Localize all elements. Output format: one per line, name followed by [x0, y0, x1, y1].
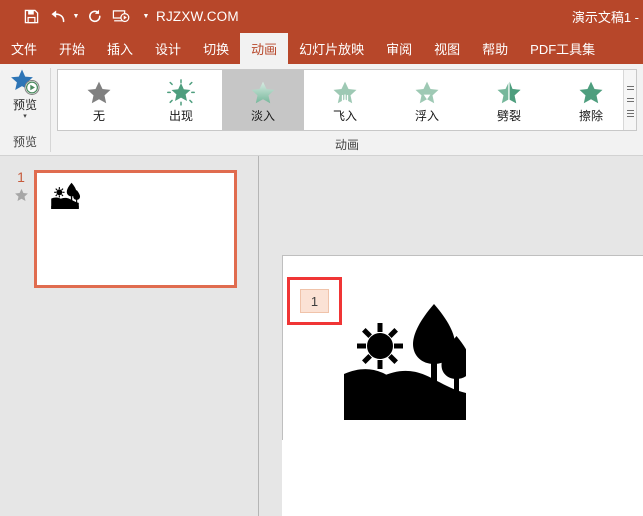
landscape-sun-trees-icon[interactable] [344, 296, 472, 420]
ribbon-group-label-preview: 预览 [12, 135, 37, 149]
thumbnail-meta: 1 [8, 169, 34, 207]
quick-access-toolbar: ▼ ▼ RJZXW.COM [0, 5, 239, 29]
slide-thumbnail-1[interactable] [34, 170, 237, 288]
undo-icon[interactable] [44, 5, 70, 29]
star-flyin-icon [330, 77, 360, 107]
animation-item-label: 无 [92, 109, 105, 123]
tab-view[interactable]: 视图 [423, 33, 471, 64]
customize-qat-caret-icon[interactable]: ▼ [140, 5, 152, 29]
ribbon-group-divider [50, 68, 51, 152]
ribbon-group-preview: 预览 ▾ 预览 [0, 64, 50, 156]
animation-item-label: 浮入 [414, 109, 439, 123]
document-title: 演示文稿1 - [571, 10, 639, 25]
star-none-icon [84, 77, 114, 107]
preview-dropdown-caret-icon[interactable]: ▾ [23, 113, 27, 120]
preview-star-play-icon [9, 68, 41, 98]
slide-thumbnail-pane: 1 [0, 156, 258, 516]
animation-item-wipe[interactable]: 擦除 [550, 70, 632, 130]
ribbon: 预览 ▾ 预览 无 出现 淡入 飞入 浮入 劈裂 擦除 动画 [0, 64, 643, 156]
animation-item-label: 擦除 [578, 109, 603, 123]
gallery-scroll-controls[interactable] [623, 70, 636, 130]
tab-animations[interactable]: 动画 [240, 33, 289, 64]
tab-slideshow[interactable]: 幻灯片放映 [288, 33, 375, 64]
ribbon-group-label-animation: 动画 [334, 138, 359, 152]
redo-icon[interactable] [82, 5, 108, 29]
brand-label: RJZXW.COM [156, 9, 239, 24]
tab-file[interactable]: 文件 [0, 33, 48, 64]
tab-review[interactable]: 审阅 [375, 33, 423, 64]
animation-item-floatin[interactable]: 浮入 [386, 70, 468, 130]
animation-item-flyin[interactable]: 飞入 [304, 70, 386, 130]
animation-item-appear[interactable]: 出现 [140, 70, 222, 130]
animation-item-label: 飞入 [332, 109, 357, 123]
preview-button-label: 预览 [12, 98, 37, 112]
animation-gallery: 无 出现 淡入 飞入 浮入 劈裂 擦除 [57, 69, 637, 131]
animation-item-label: 劈裂 [496, 109, 521, 123]
tab-pdf-tools[interactable]: PDF工具集 [519, 33, 606, 64]
animation-item-split[interactable]: 劈裂 [468, 70, 550, 130]
star-wipe-icon [576, 77, 606, 107]
animation-item-label: 出现 [168, 109, 193, 123]
powerpoint-window: ▼ ▼ RJZXW.COM 演示文稿1 - 文件 开始 插入 设计 切换 动画 … [0, 0, 643, 516]
undo-dropdown-caret-icon[interactable]: ▼ [70, 5, 82, 29]
star-fade-icon [248, 77, 278, 107]
ribbon-tab-bar: 文件 开始 插入 设计 切换 动画 幻灯片放映 审阅 视图 帮助 PDF工具集 [0, 33, 643, 64]
tab-help[interactable]: 帮助 [471, 33, 519, 64]
star-split-icon [494, 77, 524, 107]
title-bar: ▼ ▼ RJZXW.COM 演示文稿1 - [0, 0, 643, 33]
star-appear-icon [166, 77, 196, 107]
landscape-sun-trees-icon [47, 181, 83, 209]
start-slideshow-icon[interactable] [108, 5, 134, 29]
slide-number: 1 [17, 169, 25, 185]
animation-item-fade[interactable]: 淡入 [222, 70, 304, 130]
star-floatin-icon [412, 77, 442, 107]
tab-insert[interactable]: 插入 [96, 33, 144, 64]
tab-transitions[interactable]: 切换 [192, 33, 240, 64]
slide-surface-lower [282, 440, 643, 516]
preview-button[interactable]: 预览 ▾ [3, 67, 47, 130]
tab-design[interactable]: 设计 [144, 33, 192, 64]
animation-item-label: 淡入 [250, 109, 275, 123]
animation-order-tag[interactable]: 1 [300, 289, 329, 313]
save-icon[interactable] [18, 5, 44, 29]
animation-item-none[interactable]: 无 [58, 70, 140, 130]
tab-home[interactable]: 开始 [48, 33, 96, 64]
animation-indicator-star-icon[interactable] [14, 188, 29, 207]
